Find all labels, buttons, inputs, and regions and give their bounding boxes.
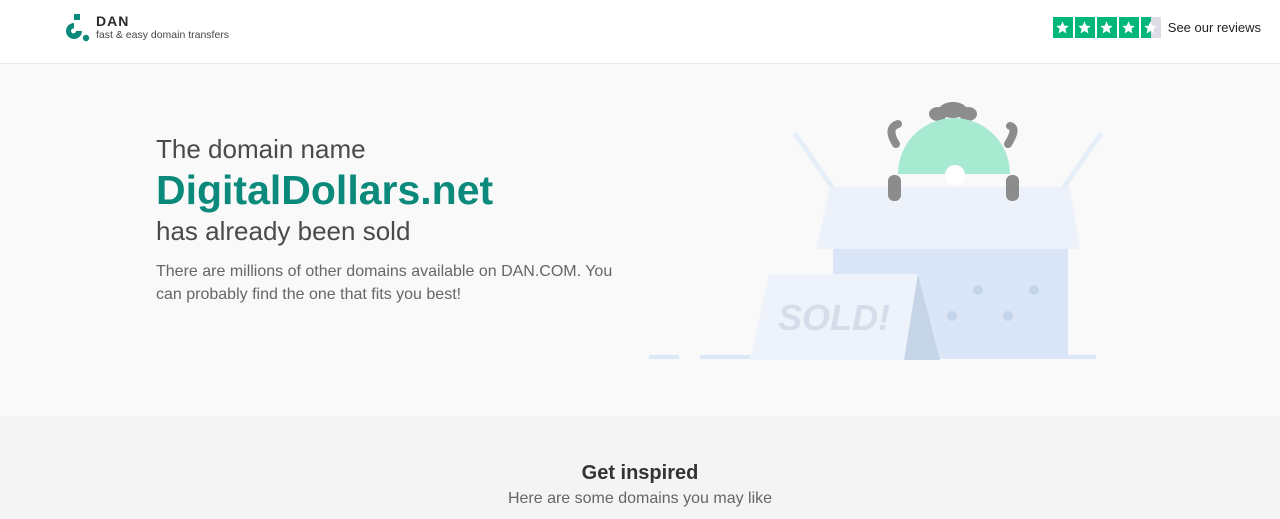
trustpilot-rating xyxy=(1052,17,1161,38)
star-icon xyxy=(1052,17,1073,38)
logo-text: DAN fast & easy domain transfers xyxy=(96,14,229,42)
dan-logo-icon xyxy=(66,14,90,42)
inspire-subtitle: Here are some domains you may like xyxy=(507,490,773,507)
reviews-link[interactable]: See our reviews xyxy=(1052,17,1261,38)
reviews-label: See our reviews xyxy=(1167,20,1261,35)
hero-text: The domain name DigitalDollars.net has a… xyxy=(156,134,636,306)
logo-name: DAN xyxy=(96,13,130,29)
star-icon xyxy=(1118,17,1139,38)
star-icon xyxy=(1096,17,1117,38)
logo-tagline: fast & easy domain transfers xyxy=(96,29,230,41)
star-icon xyxy=(1074,17,1095,38)
top-header: DAN fast & easy domain transfers See our… xyxy=(0,0,1280,64)
half-star-icon xyxy=(1140,17,1161,38)
dan-logo-link[interactable]: DAN fast & easy domain transfers xyxy=(62,14,229,42)
inspire-section: Get inspired Here are some domains you m… xyxy=(0,416,1280,519)
pre-title: The domain name xyxy=(156,134,366,164)
domain-title: DigitalDollars.net xyxy=(156,167,494,213)
post-title: has already been sold xyxy=(156,216,411,246)
inspire-title: Get inspired xyxy=(581,462,699,484)
sold-sign-text: SOLD! xyxy=(778,297,890,338)
hero-section: The domain name DigitalDollars.net has a… xyxy=(0,64,1280,416)
sold-box-illustration: SOLD! xyxy=(649,102,1103,360)
hero-description: There are millions of other domains avai… xyxy=(156,263,613,303)
